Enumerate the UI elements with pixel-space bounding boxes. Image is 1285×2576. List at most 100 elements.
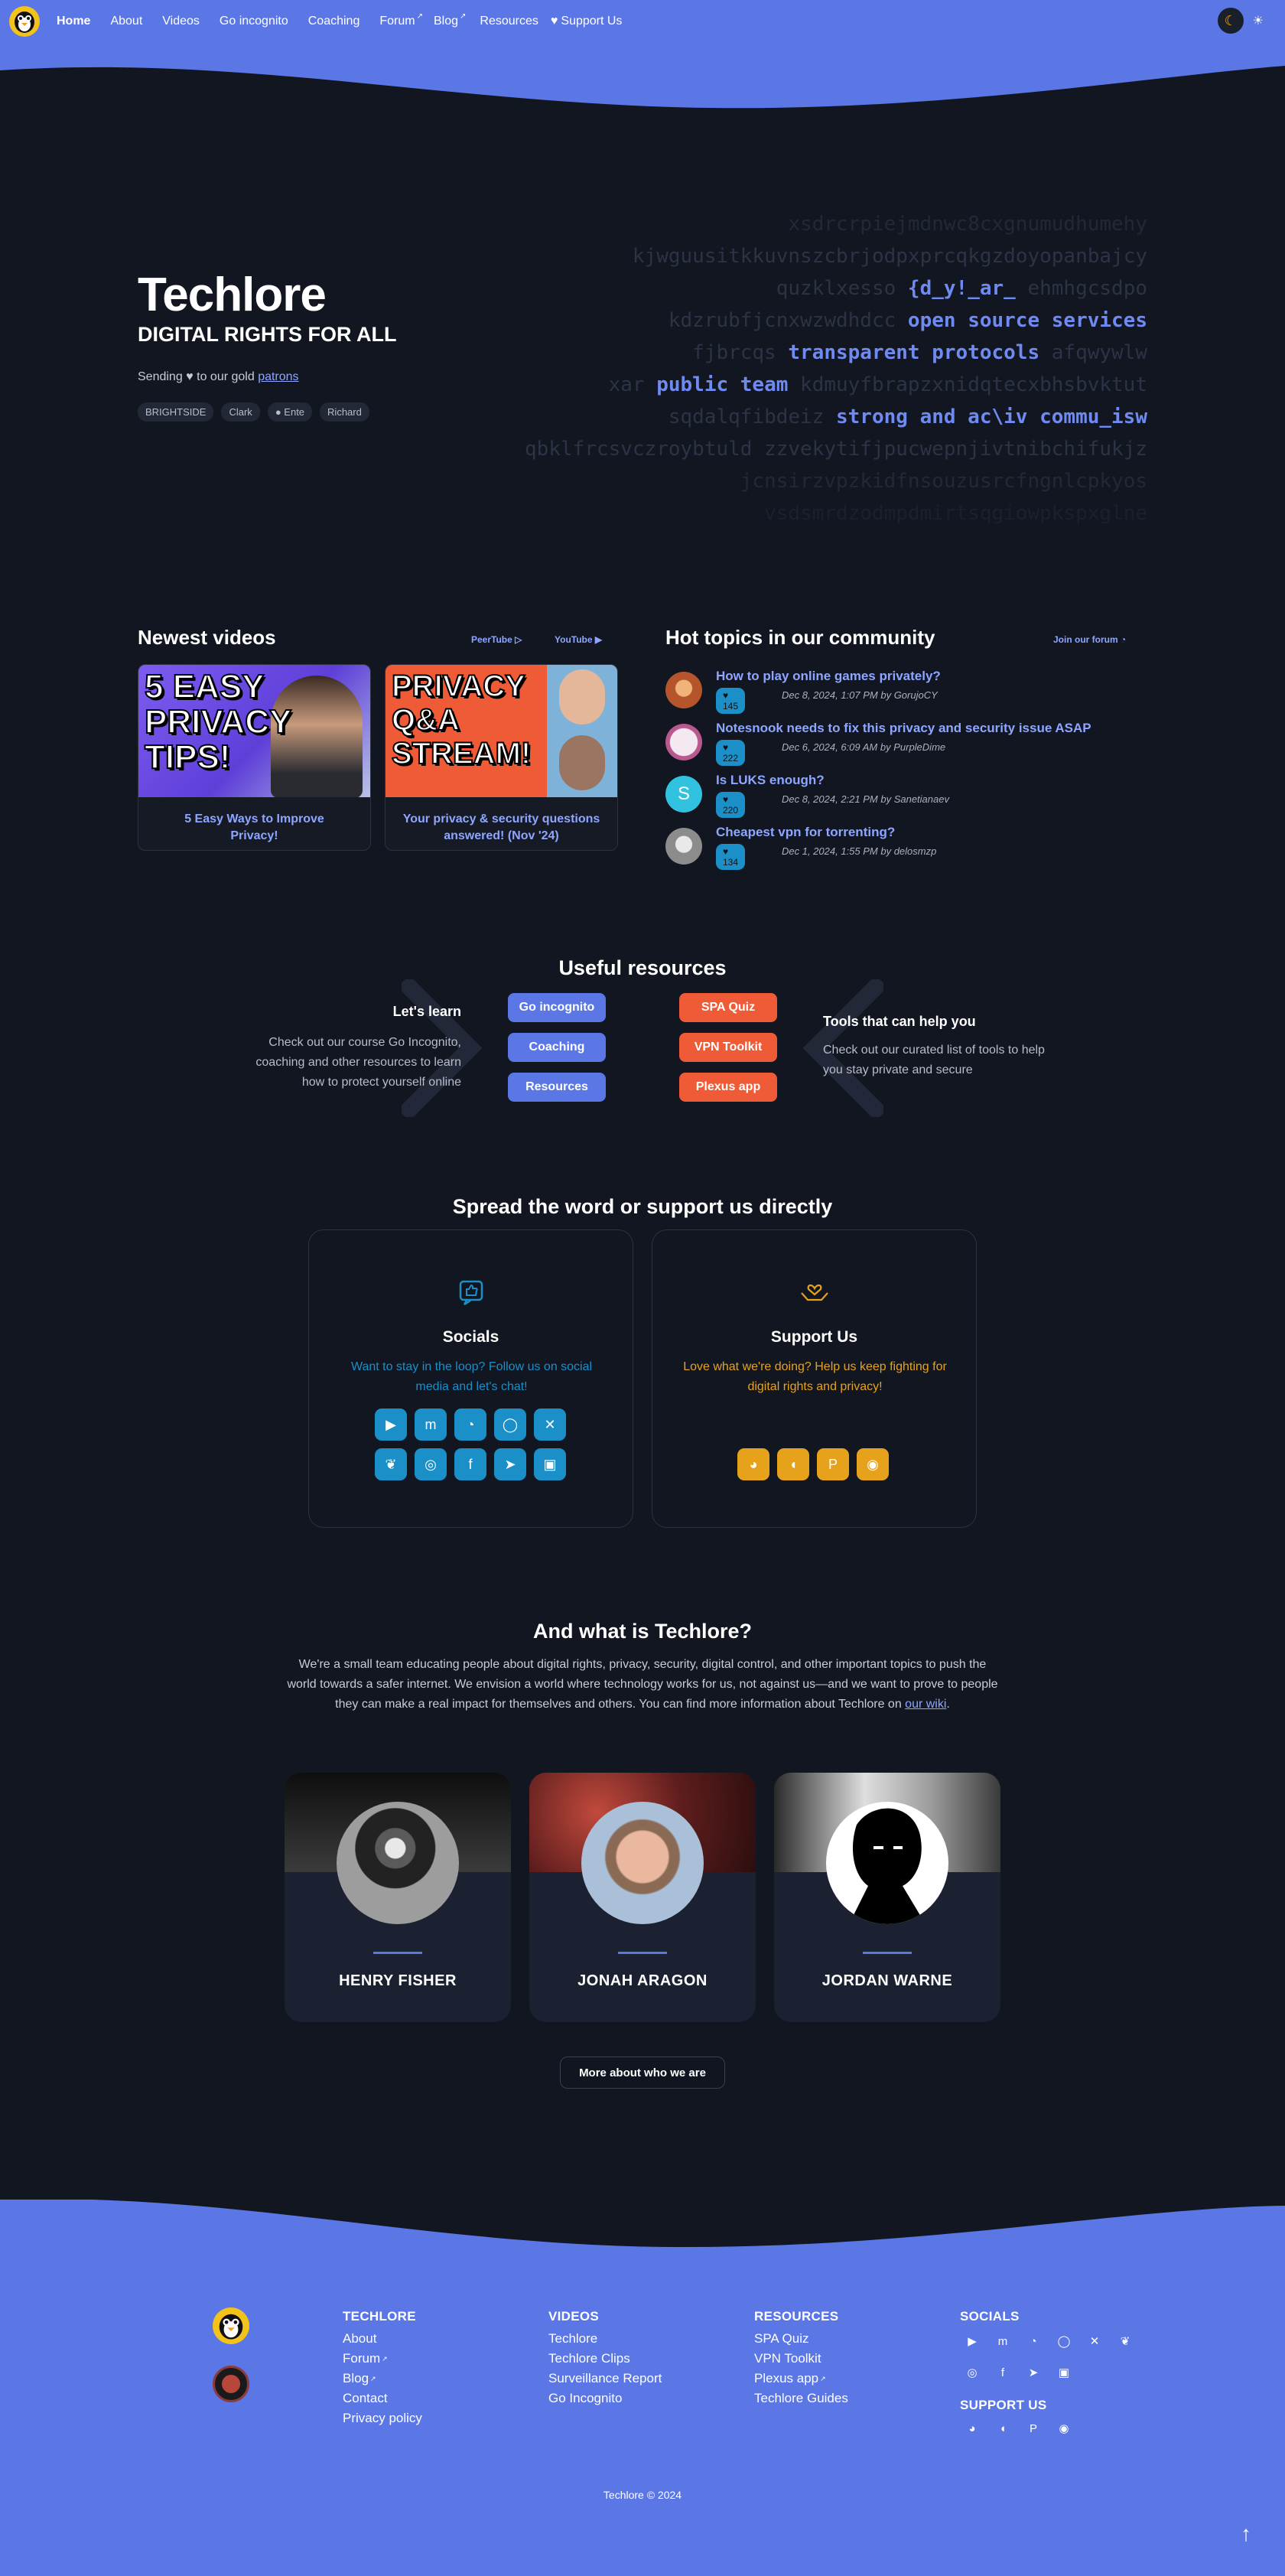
matrix-icon[interactable]: ▣ bbox=[534, 1448, 566, 1480]
crypto-icon[interactable]: ◉ bbox=[857, 1448, 889, 1480]
youtube-icon[interactable]: ▶ bbox=[964, 2333, 981, 2350]
team-card[interactable]: HENRY FISHER bbox=[285, 1773, 511, 2022]
go-incognito-button[interactable]: Go incognito bbox=[508, 993, 606, 1022]
nav-coaching[interactable]: Coaching bbox=[308, 15, 360, 28]
join-forum-link[interactable]: Join our forum ◔ bbox=[1053, 634, 1126, 645]
external-link-icon: ↗ bbox=[820, 2375, 826, 2382]
divider bbox=[618, 1952, 667, 1954]
badge-icon bbox=[222, 2375, 240, 2393]
rss-icon[interactable]: ◔ bbox=[454, 1408, 486, 1441]
topic-title[interactable]: How to play online games privately? bbox=[716, 669, 941, 684]
facebook-icon[interactable]: f bbox=[994, 2364, 1011, 2381]
telegram-icon[interactable]: ➤ bbox=[494, 1448, 526, 1480]
nav-go-incognito[interactable]: Go incognito bbox=[220, 15, 288, 28]
support-title: Support Us bbox=[770, 1328, 858, 1346]
nav-videos[interactable]: Videos bbox=[162, 15, 200, 28]
nav-blog[interactable]: Blog ↗ bbox=[434, 12, 467, 28]
support-card: Support Us Love what we're doing? Help u… bbox=[652, 1229, 977, 1528]
moon-icon[interactable]: ☾ bbox=[1217, 8, 1244, 34]
footer-link[interactable]: About bbox=[343, 2329, 422, 2349]
footer-link[interactable]: Plexus app ↗ bbox=[754, 2369, 848, 2389]
footer-badge[interactable] bbox=[213, 2366, 249, 2402]
about-text: We're a small team educating people abou… bbox=[287, 1658, 998, 1711]
crypto-icon[interactable]: ◉ bbox=[1056, 2420, 1072, 2437]
about-heading: And what is Techlore? bbox=[532, 1620, 753, 1643]
nav-home[interactable]: Home bbox=[57, 15, 90, 28]
code-word: strong and ac\iv commu_isw bbox=[836, 405, 1147, 428]
peertube-link[interactable]: PeerTube ▷ bbox=[471, 634, 522, 645]
footer-link[interactable]: Surveillance Report bbox=[548, 2369, 662, 2389]
mastodon-icon[interactable]: m bbox=[415, 1408, 447, 1441]
paypal-icon[interactable]: P bbox=[817, 1448, 849, 1480]
video-card[interactable]: 5 EASY PRIVACY TIPS! 5 Easy Ways to Impr… bbox=[138, 664, 371, 851]
footer-link[interactable]: Techlore Guides bbox=[754, 2389, 848, 2408]
instagram-icon[interactable]: ◎ bbox=[964, 2364, 981, 2381]
nav-support-us[interactable]: ♥ Support Us bbox=[551, 15, 623, 28]
sending-mid: to our gold bbox=[197, 370, 255, 383]
x-icon[interactable]: ✕ bbox=[534, 1408, 566, 1441]
paypal-icon[interactable]: P bbox=[1025, 2420, 1042, 2437]
heart-icon: ♥ bbox=[186, 370, 194, 383]
team-card[interactable]: JORDAN WARNE bbox=[774, 1773, 1000, 2022]
video-card[interactable]: PRIVACY Q&A STREAM! Your privacy & secur… bbox=[385, 664, 618, 851]
theme-switcher: ☾ ☀ bbox=[1217, 8, 1264, 34]
sun-icon[interactable]: ☀ bbox=[1253, 13, 1264, 28]
nav-about[interactable]: About bbox=[110, 15, 142, 28]
youtube-icon[interactable]: ▶ bbox=[375, 1408, 407, 1441]
resources-button[interactable]: Resources bbox=[508, 1073, 606, 1102]
footer-col-techlore: TECHLORE About Forum ↗ Blog ↗ Contact Priv… bbox=[343, 2309, 422, 2428]
plexus-app-button[interactable]: Plexus app bbox=[679, 1073, 777, 1102]
nav-resources[interactable]: Resources bbox=[480, 15, 538, 28]
footer-link[interactable]: Privacy policy bbox=[343, 2408, 422, 2428]
nav-forum[interactable]: Forum ↗ bbox=[379, 12, 423, 28]
more-about-button[interactable]: More about who we are bbox=[560, 2057, 725, 2089]
patrons-link[interactable]: patrons bbox=[258, 370, 298, 383]
signal-icon[interactable]: ◯ bbox=[494, 1408, 526, 1441]
footer-link[interactable]: Techlore Clips bbox=[548, 2349, 662, 2369]
team-card[interactable]: JONAH ARAGON bbox=[529, 1773, 756, 2022]
coaching-button[interactable]: Coaching bbox=[508, 1033, 606, 1062]
x-icon[interactable]: ✕ bbox=[1086, 2333, 1103, 2350]
topic-title[interactable]: Is LUKS enough? bbox=[716, 773, 825, 788]
topic-meta: Dec 6, 2024, 6:09 AM by PurpleDime bbox=[782, 741, 946, 753]
topic-title[interactable]: Notesnook needs to fix this privacy and … bbox=[716, 721, 1091, 736]
footer-link[interactable]: Forum ↗ bbox=[343, 2349, 422, 2369]
liberapay-icon[interactable]: ◕ bbox=[737, 1448, 769, 1480]
footer-logo[interactable] bbox=[213, 2307, 249, 2344]
peertube-label: PeerTube bbox=[471, 634, 512, 645]
bluesky-icon[interactable]: ❦ bbox=[375, 1448, 407, 1480]
footer-link[interactable]: Blog ↗ bbox=[343, 2369, 422, 2389]
instagram-icon[interactable]: ◎ bbox=[415, 1448, 447, 1480]
techlore-logo[interactable] bbox=[9, 6, 40, 37]
topic-title[interactable]: Cheapest vpn for torrenting? bbox=[716, 825, 895, 840]
about-body: We're a small team educating people abou… bbox=[287, 1658, 998, 1711]
spa-quiz-button[interactable]: SPA Quiz bbox=[679, 993, 777, 1022]
avatar bbox=[337, 1802, 459, 1924]
bluesky-icon[interactable]: ❦ bbox=[1117, 2333, 1134, 2350]
reply-count-badge: ♥ 222 bbox=[716, 740, 746, 766]
footer-link[interactable]: Techlore bbox=[548, 2329, 662, 2349]
penguin-icon bbox=[15, 11, 34, 33]
external-link-icon: ↗ bbox=[460, 12, 467, 21]
matrix-icon[interactable]: ▣ bbox=[1056, 2364, 1072, 2381]
video-thumbnail: PRIVACY Q&A STREAM! bbox=[386, 665, 617, 797]
wiki-link[interactable]: our wiki bbox=[905, 1698, 946, 1711]
signal-icon[interactable]: ◯ bbox=[1056, 2333, 1072, 2350]
patreon-icon[interactable]: ◖ bbox=[777, 1448, 809, 1480]
youtube-link[interactable]: YouTube ▶ bbox=[555, 634, 602, 645]
lets-learn-title: Let's learn bbox=[392, 1004, 461, 1019]
footer-link[interactable]: Go Incognito bbox=[548, 2389, 662, 2408]
code-background: xsdrcrpiejmdnwc8cxgnumudhumehy kjwguusit… bbox=[525, 213, 1147, 525]
rss-icon[interactable]: ◔ bbox=[1025, 2333, 1042, 2350]
liberapay-icon[interactable]: ◕ bbox=[964, 2420, 981, 2437]
footer-link[interactable]: Contact bbox=[343, 2389, 422, 2408]
footer-link[interactable]: SPA Quiz bbox=[754, 2329, 848, 2349]
telegram-icon[interactable]: ➤ bbox=[1025, 2364, 1042, 2381]
back-to-top-arrow-icon[interactable]: ↑ bbox=[1241, 2522, 1251, 2546]
facebook-icon[interactable]: f bbox=[454, 1448, 486, 1480]
avatar: S bbox=[665, 776, 702, 813]
patreon-icon[interactable]: ◖ bbox=[994, 2420, 1011, 2437]
footer-link[interactable]: VPN Toolkit bbox=[754, 2349, 848, 2369]
mastodon-icon[interactable]: m bbox=[994, 2333, 1011, 2350]
vpn-toolkit-button[interactable]: VPN Toolkit bbox=[679, 1033, 777, 1062]
